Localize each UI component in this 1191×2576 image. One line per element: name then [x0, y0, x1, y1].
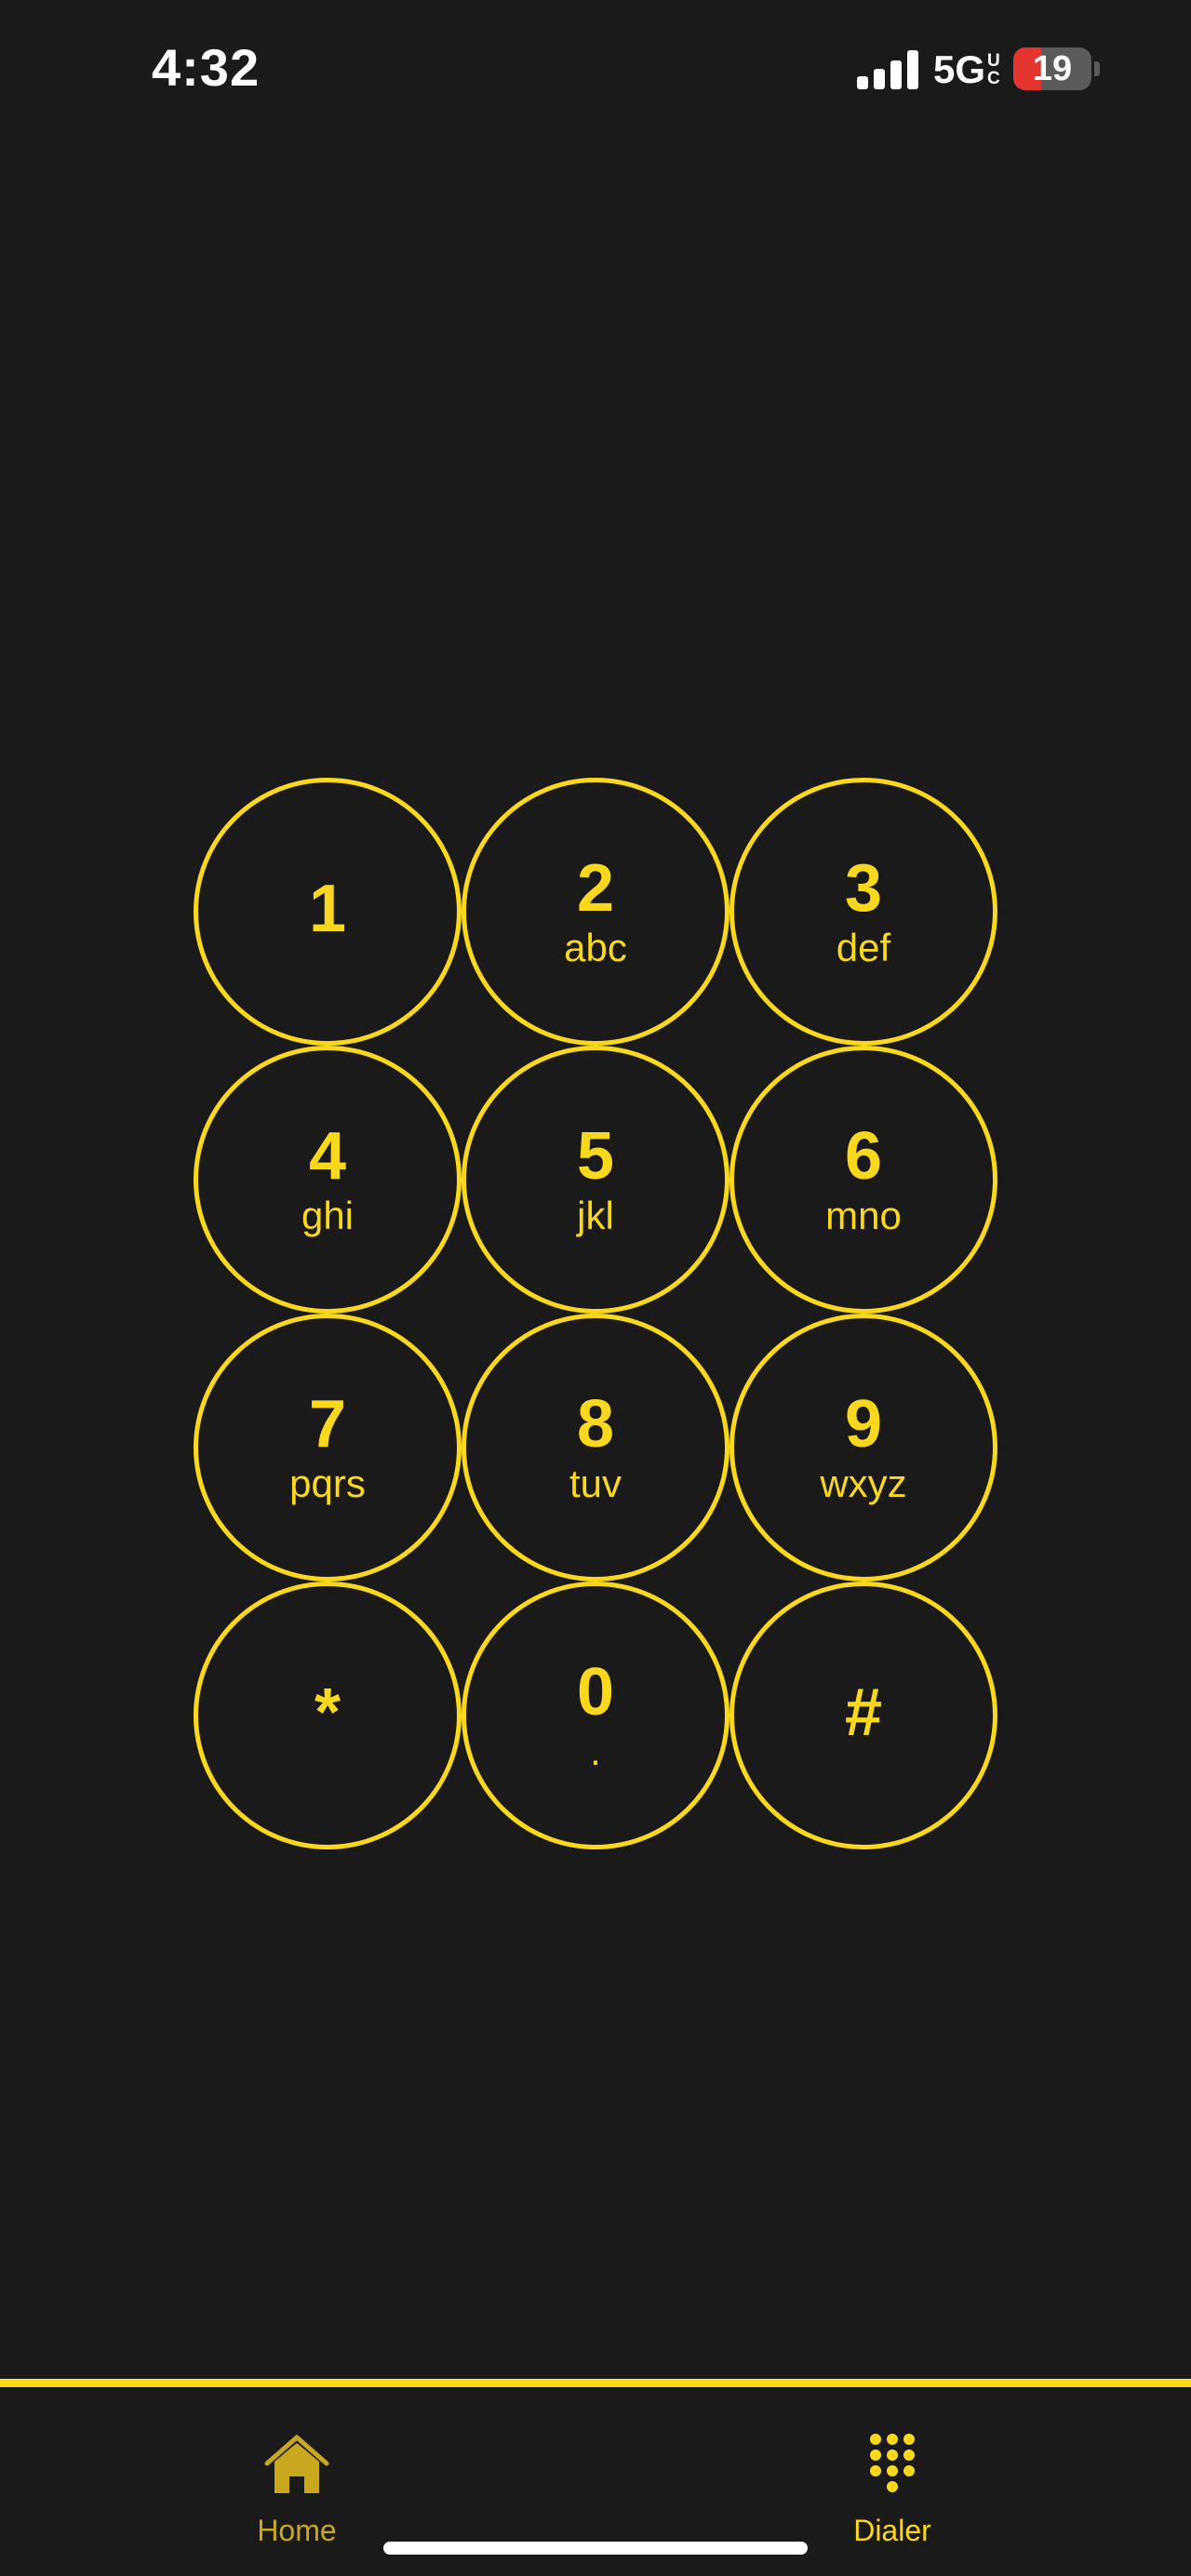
battery-icon: 19 — [1013, 47, 1091, 90]
key-digit: * — [314, 1675, 341, 1750]
key-0[interactable]: 0 . — [462, 1582, 729, 1849]
key-4[interactable]: 4 ghi — [194, 1046, 462, 1314]
key-letters: pqrs — [289, 1462, 366, 1505]
battery-tip — [1094, 61, 1100, 76]
key-letters: def — [836, 926, 891, 969]
key-letters: abc — [564, 926, 627, 969]
key-letters: mno — [825, 1194, 902, 1237]
keypad-icon — [870, 2434, 915, 2492]
home-indicator[interactable] — [383, 2542, 808, 2555]
key-digit: 3 — [844, 851, 883, 926]
key-digit: 5 — [576, 1119, 615, 1194]
tab-home[interactable]: Home — [204, 2432, 390, 2547]
key-3[interactable]: 3 def — [729, 778, 997, 1046]
key-letters: wxyz — [820, 1462, 907, 1505]
key-star[interactable]: * — [194, 1582, 462, 1849]
key-9[interactable]: 9 wxyz — [729, 1314, 997, 1582]
key-digit: 6 — [844, 1119, 883, 1194]
key-letters: . — [590, 1729, 601, 1773]
key-digit: 8 — [576, 1387, 615, 1462]
key-digit: 9 — [844, 1387, 883, 1462]
key-8[interactable]: 8 tuv — [462, 1314, 729, 1582]
key-digit: 4 — [308, 1119, 347, 1194]
tab-dialer-label: Dialer — [853, 2514, 931, 2547]
key-6[interactable]: 6 mno — [729, 1046, 997, 1314]
key-digit: 1 — [308, 872, 347, 946]
key-letters: tuv — [569, 1462, 622, 1505]
network-type-indicator: 5G U C — [933, 48, 1000, 91]
cellular-signal-icon — [857, 50, 918, 89]
tab-bar-divider — [0, 2379, 1191, 2387]
key-1[interactable]: 1 — [194, 778, 462, 1046]
status-bar: 4:32 5G U C 19 — [0, 0, 1191, 140]
network-type-suffix: U C — [987, 51, 1000, 88]
key-digit: 0 — [576, 1655, 615, 1729]
key-digit: 2 — [576, 851, 615, 926]
key-digit: # — [844, 1675, 883, 1750]
dial-keypad: 1 2 abc 3 def 4 ghi 5 jkl 6 mno 7 pqrs 8… — [194, 778, 997, 1849]
key-letters: ghi — [301, 1194, 355, 1237]
key-2[interactable]: 2 abc — [462, 778, 729, 1046]
key-7[interactable]: 7 pqrs — [194, 1314, 462, 1582]
network-type-label: 5G — [933, 47, 986, 91]
tab-dialer[interactable]: Dialer — [799, 2432, 985, 2547]
battery-level: 19 — [1032, 49, 1073, 88]
key-digit: 7 — [308, 1387, 347, 1462]
key-pound[interactable]: # — [729, 1582, 997, 1849]
key-5[interactable]: 5 jkl — [462, 1046, 729, 1314]
key-letters: jkl — [577, 1194, 614, 1237]
tab-home-label: Home — [257, 2514, 337, 2547]
house-icon — [264, 2435, 329, 2493]
status-time: 4:32 — [152, 38, 261, 97]
